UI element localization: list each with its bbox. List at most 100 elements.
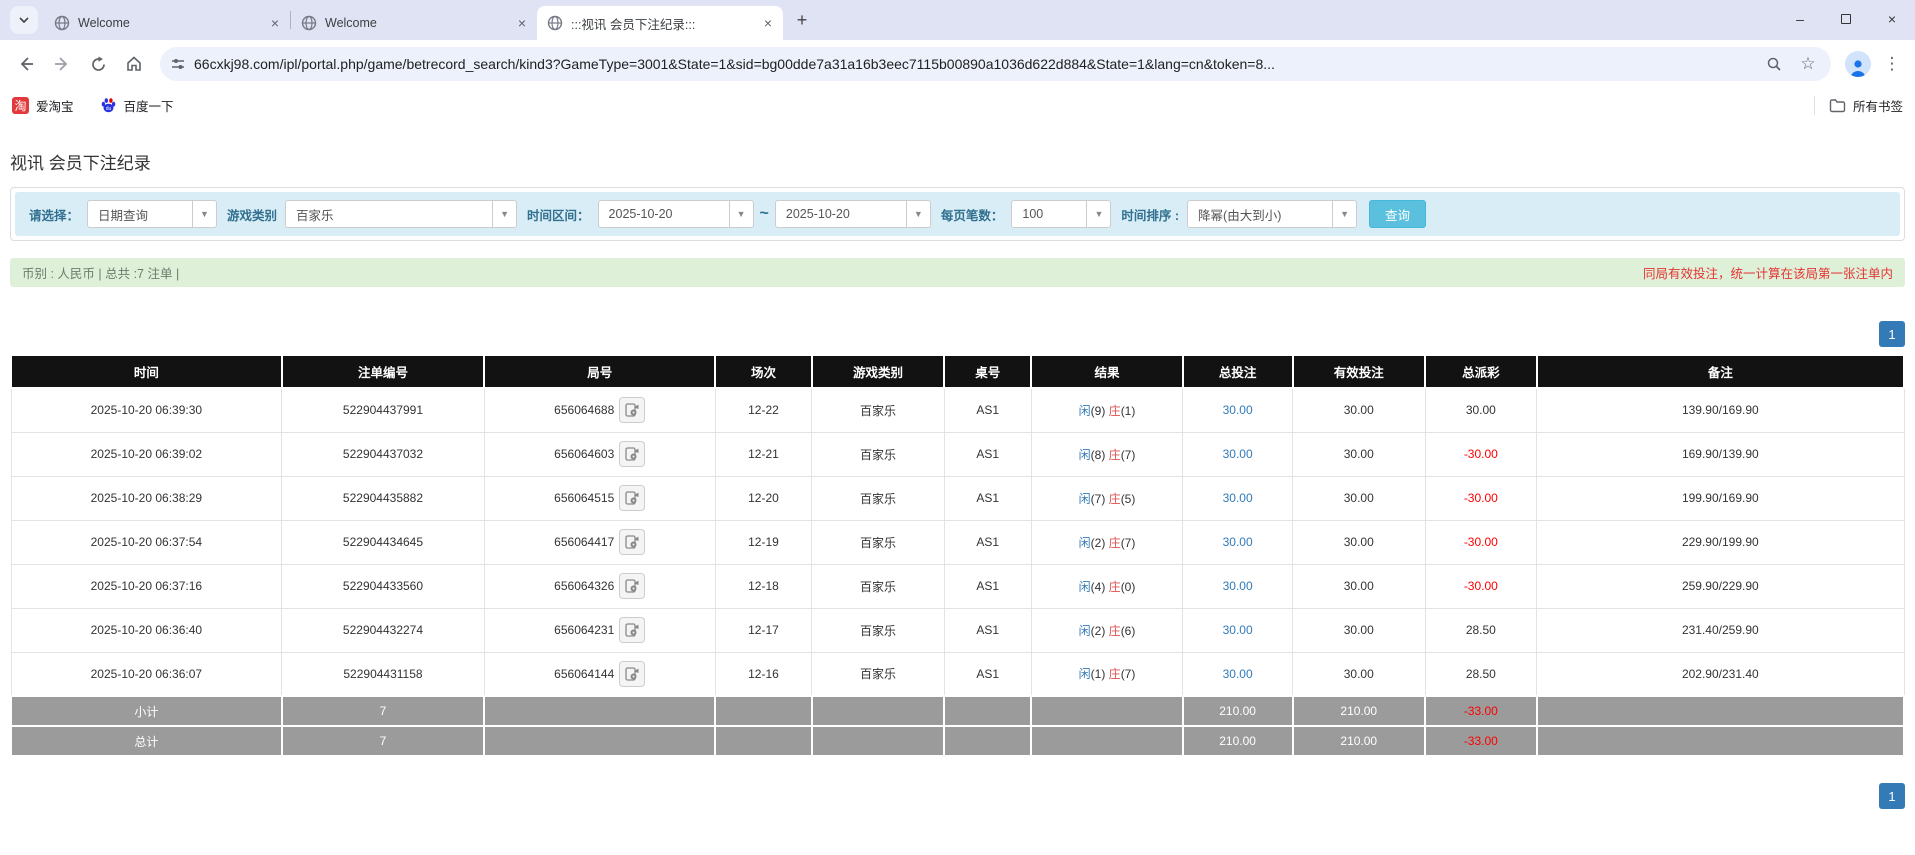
url-text[interactable]: 66cxkj98.com/ipl/portal.php/game/betreco…	[194, 56, 1753, 72]
round-id-cell: 656064688	[484, 388, 715, 432]
subtotal-count: 7	[282, 696, 485, 726]
col-valid-bet: 有效投注	[1293, 355, 1426, 388]
result-cell: 闲(2) 庄(6)	[1031, 608, 1182, 652]
game-type: 百家乐	[812, 564, 945, 608]
close-window-button[interactable]: ×	[1869, 0, 1915, 38]
video-replay-button[interactable]	[619, 397, 645, 423]
globe-icon	[547, 15, 563, 31]
round-id: 656064688	[554, 403, 614, 417]
page-1-button[interactable]: 1	[1879, 321, 1905, 347]
round-id: 656064231	[554, 623, 614, 637]
total-bet-link[interactable]: 30.00	[1223, 447, 1253, 461]
date-to-select[interactable]: 2025-10-20 ▼	[775, 200, 931, 228]
valid-bet: 30.00	[1293, 388, 1426, 432]
chevron-down-icon	[18, 14, 30, 26]
video-replay-button[interactable]	[619, 573, 645, 599]
total-bet-link[interactable]: 30.00	[1223, 623, 1253, 637]
home-button[interactable]	[118, 48, 150, 80]
query-button[interactable]: 查询	[1369, 200, 1426, 228]
chevron-down-icon: ▼	[1086, 201, 1110, 227]
bet-id: 522904434645	[282, 520, 485, 564]
browser-menu-icon[interactable]: ⋮	[1879, 54, 1905, 74]
maximize-icon	[1841, 14, 1851, 24]
bookmark-baidu[interactable]: du 百度一下	[100, 96, 174, 115]
bookmarks-bar: 淘 爱淘宝 du 百度一下 所有书签	[0, 88, 1915, 122]
round-id-cell: 656064326	[484, 564, 715, 608]
game-type-select[interactable]: 百家乐 ▼	[285, 200, 517, 228]
maximize-button[interactable]	[1823, 0, 1869, 38]
round-id-cell: 656064515	[484, 476, 715, 520]
query-type-value: 日期查询	[88, 205, 192, 224]
table-no: AS1	[944, 432, 1031, 476]
total-bet-link[interactable]: 30.00	[1223, 403, 1253, 417]
total-bet-link[interactable]: 30.00	[1223, 535, 1253, 549]
tab-betrecord-active[interactable]: :::视讯 会员下注纪录::: ×	[537, 6, 783, 40]
total-bet-link[interactable]: 30.00	[1223, 491, 1253, 505]
video-replay-button[interactable]	[619, 485, 645, 511]
close-icon[interactable]: ×	[759, 14, 777, 32]
payout: -30.00	[1425, 476, 1537, 520]
query-type-select[interactable]: 日期查询 ▼	[87, 200, 217, 228]
sort-label: 时间排序 :	[1121, 205, 1179, 224]
video-replay-button[interactable]	[619, 441, 645, 467]
table-row: 2025-10-20 06:38:29 522904435882 6560645…	[11, 476, 1904, 520]
date-from-select[interactable]: 2025-10-20 ▼	[598, 200, 754, 228]
table-no: AS1	[944, 564, 1031, 608]
round-id-cell: 656064417	[484, 520, 715, 564]
close-icon[interactable]: ×	[266, 14, 284, 32]
all-bookmarks-button[interactable]: 所有书签	[1814, 96, 1903, 115]
site-info-icon	[170, 56, 186, 72]
table-row: 2025-10-20 06:39:30 522904437991 6560646…	[11, 388, 1904, 432]
col-time: 时间	[11, 355, 282, 388]
page-1-button[interactable]: 1	[1879, 783, 1905, 809]
game-type: 百家乐	[812, 432, 945, 476]
col-payout: 总派彩	[1425, 355, 1537, 388]
total-payout: -33.00	[1425, 726, 1537, 756]
video-icon	[625, 535, 639, 549]
minimize-button[interactable]: –	[1777, 0, 1823, 38]
tab-title: Welcome	[325, 16, 505, 30]
total-row: 总计 7 210.00 210.00 -33.00	[11, 726, 1904, 756]
reload-icon	[90, 56, 107, 73]
browser-toolbar: 66cxkj98.com/ipl/portal.php/game/betreco…	[0, 40, 1915, 88]
video-icon	[625, 667, 639, 681]
payout: 28.50	[1425, 608, 1537, 652]
tab-welcome-1[interactable]: Welcome ×	[44, 6, 290, 40]
bet-time: 2025-10-20 06:36:40	[11, 608, 282, 652]
video-replay-button[interactable]	[619, 529, 645, 555]
forward-button[interactable]	[46, 48, 78, 80]
sort-select[interactable]: 降幂(由大到小) ▼	[1187, 200, 1357, 228]
close-icon[interactable]: ×	[513, 14, 531, 32]
round-id: 656064417	[554, 535, 614, 549]
new-tab-button[interactable]: +	[789, 7, 815, 33]
session: 12-22	[715, 388, 812, 432]
tab-search-button[interactable]	[10, 6, 38, 34]
result-cell: 闲(4) 庄(0)	[1031, 564, 1182, 608]
video-replay-button[interactable]	[619, 617, 645, 643]
globe-icon	[301, 15, 317, 31]
round-id-cell: 656064231	[484, 608, 715, 652]
table-row: 2025-10-20 06:39:02 522904437032 6560646…	[11, 432, 1904, 476]
video-replay-button[interactable]	[619, 661, 645, 687]
bookmark-star-icon[interactable]: ☆	[1795, 51, 1821, 77]
home-icon	[125, 55, 143, 73]
tab-welcome-2[interactable]: Welcome ×	[291, 6, 537, 40]
bookmark-aitaobao[interactable]: 淘 爱淘宝	[12, 96, 74, 115]
profile-avatar[interactable]	[1845, 51, 1871, 77]
per-page-select[interactable]: 100 ▼	[1011, 200, 1111, 228]
col-game-type: 游戏类别	[812, 355, 945, 388]
total-bet-link[interactable]: 30.00	[1223, 667, 1253, 681]
bet-id: 522904431158	[282, 652, 485, 696]
zoom-icon[interactable]	[1761, 51, 1787, 77]
payout: -30.00	[1425, 564, 1537, 608]
bookmark-label: 爱淘宝	[36, 96, 74, 115]
video-icon	[625, 447, 639, 461]
reload-button[interactable]	[82, 48, 114, 80]
address-bar[interactable]: 66cxkj98.com/ipl/portal.php/game/betreco…	[160, 47, 1831, 81]
total-bet-cell: 30.00	[1183, 652, 1293, 696]
svg-text:du: du	[105, 106, 111, 112]
game-type: 百家乐	[812, 652, 945, 696]
video-icon	[625, 403, 639, 417]
total-bet-link[interactable]: 30.00	[1223, 579, 1253, 593]
back-button[interactable]	[10, 48, 42, 80]
